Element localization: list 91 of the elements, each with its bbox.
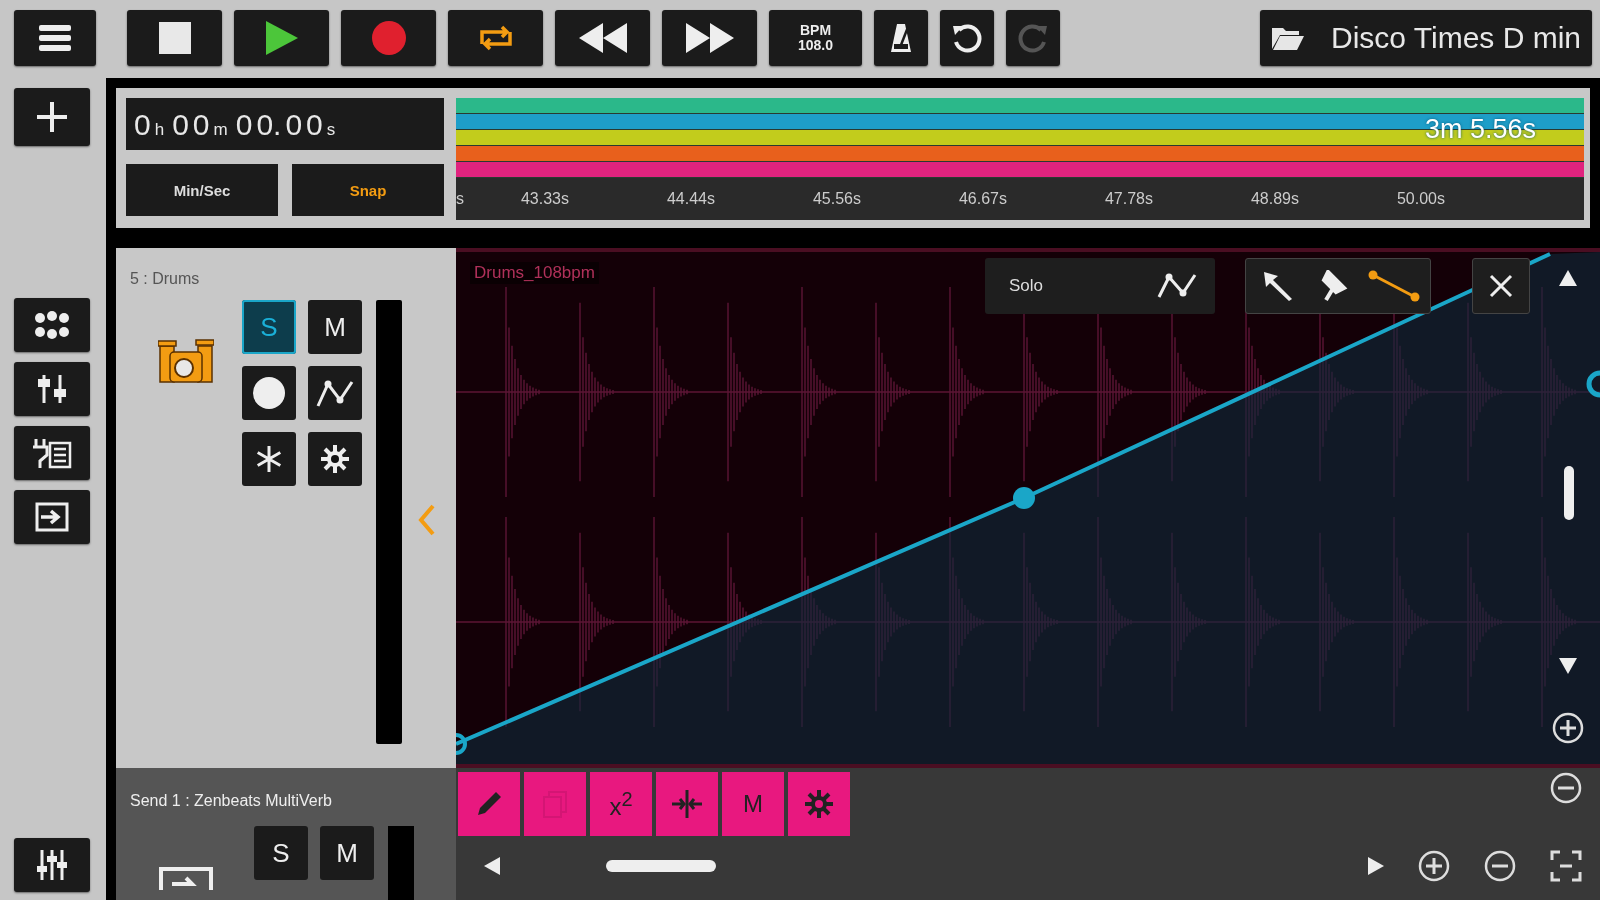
split-button[interactable] xyxy=(656,772,718,836)
curve-icon xyxy=(316,378,354,408)
send-name: Send 1 : Zenbeats MultiVerb xyxy=(130,792,332,809)
settings-icon xyxy=(320,444,350,474)
zoom-out-icon[interactable] xyxy=(1550,772,1582,804)
add-track-button[interactable] xyxy=(14,88,90,146)
ruler-label: 43.33s xyxy=(519,190,570,208)
pads-icon xyxy=(32,310,72,340)
menu-icon xyxy=(38,24,72,52)
export-button[interactable] xyxy=(14,490,90,544)
menu-button[interactable] xyxy=(14,10,96,66)
solo-button[interactable]: S xyxy=(242,300,296,354)
send-icon xyxy=(158,866,214,890)
ruler-label: 48.89s xyxy=(1249,190,1300,208)
edit-tool-button[interactable]: M xyxy=(722,772,784,836)
undo-icon xyxy=(951,22,983,54)
ruler-label: 50.00s xyxy=(1395,190,1446,208)
vertical-scrollbar[interactable] xyxy=(1564,466,1574,520)
scroll-down-icon[interactable] xyxy=(1559,658,1577,674)
stop-icon xyxy=(158,22,191,54)
rewind-icon xyxy=(578,23,627,53)
ruler-label: 45.56s xyxy=(811,190,862,208)
settings-button[interactable] xyxy=(308,432,362,486)
pads-button[interactable] xyxy=(14,298,90,352)
split-icon xyxy=(670,789,704,819)
close-icon xyxy=(1489,274,1513,298)
redo-icon xyxy=(1017,22,1049,54)
track-header[interactable]: 5 : Drums S M xyxy=(116,248,456,768)
sliders-icon xyxy=(36,373,68,405)
zoom-out-icon[interactable] xyxy=(1484,850,1516,882)
audio-clip[interactable]: Drums_108bpm Solo xyxy=(456,248,1600,768)
fast-forward-button[interactable] xyxy=(662,10,757,66)
lane-handle-icon[interactable] xyxy=(1586,370,1600,398)
zoom-in-icon[interactable] xyxy=(1418,850,1450,882)
line-tool-icon xyxy=(1368,270,1420,302)
record-arm-button[interactable] xyxy=(242,366,296,420)
snap-button[interactable]: Snap xyxy=(292,164,444,216)
gear-button[interactable] xyxy=(788,772,850,836)
export-icon xyxy=(35,502,69,532)
time-display: 0 h 00 m 00.00 s xyxy=(126,98,444,150)
folder-icon xyxy=(1270,25,1305,51)
close-button[interactable] xyxy=(1472,258,1530,314)
time-ruler[interactable]: s 43.33s 44.44s 45.56s 46.67s 47.78s 48.89s 50.00s xyxy=(456,178,1584,220)
track-name: 5 : Drums xyxy=(130,270,201,288)
circle-icon xyxy=(253,377,285,409)
record-icon xyxy=(371,21,406,55)
scroll-up-icon[interactable] xyxy=(1559,270,1577,286)
mute-button[interactable]: M xyxy=(308,300,362,354)
fast-forward-icon xyxy=(685,23,734,53)
solo-button[interactable]: S xyxy=(254,826,308,880)
stop-button[interactable] xyxy=(127,10,222,66)
freeze-button[interactable] xyxy=(242,432,296,486)
instrument-button[interactable] xyxy=(14,426,90,480)
plus-icon xyxy=(37,102,67,132)
pencil-button[interactable] xyxy=(458,772,520,836)
automation-lane-selector[interactable]: Solo xyxy=(985,258,1215,314)
record-button[interactable] xyxy=(341,10,436,66)
loop-button[interactable] xyxy=(448,10,543,66)
edit-tool-button[interactable]: x$^{2}$ xyxy=(590,772,652,836)
mixer-channel-button[interactable] xyxy=(14,362,90,416)
metronome-icon xyxy=(890,23,912,53)
ruler-label: 46.67s xyxy=(957,190,1008,208)
automation-button[interactable] xyxy=(308,366,362,420)
tempo-button[interactable]: BPM 108.0 xyxy=(769,10,862,66)
mixer-button[interactable] xyxy=(14,838,90,892)
ruler-label: 47.78s xyxy=(1103,190,1154,208)
rewind-button[interactable] xyxy=(555,10,650,66)
play-icon xyxy=(265,21,298,55)
cursor-icon xyxy=(1262,270,1294,302)
mute-button[interactable]: M xyxy=(320,826,374,880)
clip-name: Drums_108bpm xyxy=(470,262,599,284)
undo-button[interactable] xyxy=(940,10,994,66)
snowflake-icon xyxy=(255,445,283,473)
mixer-icon xyxy=(36,848,68,882)
plug-icon xyxy=(32,437,72,469)
zoom-in-icon[interactable] xyxy=(1552,712,1584,744)
play-button[interactable] xyxy=(234,10,329,66)
drum-kit-icon xyxy=(158,338,214,384)
gear-icon xyxy=(804,789,834,819)
send-track-header[interactable]: Send 1 : Zenbeats MultiVerb S M xyxy=(116,768,456,900)
scroll-right-icon[interactable] xyxy=(1368,857,1384,875)
song-duration: 3m 5.56s xyxy=(1424,114,1536,144)
horizontal-scrollbar[interactable] xyxy=(606,860,716,872)
metronome-button[interactable] xyxy=(874,10,928,66)
fit-icon[interactable] xyxy=(1550,850,1582,882)
project-button[interactable]: Disco Times D min xyxy=(1260,10,1592,66)
scroll-left-icon[interactable] xyxy=(484,857,500,875)
time-format-button[interactable]: Min/Sec xyxy=(126,164,278,216)
ruler-label: 44.44s xyxy=(665,190,716,208)
ruler-label: s xyxy=(456,190,465,208)
automation-parameter: Solo xyxy=(1009,276,1044,296)
